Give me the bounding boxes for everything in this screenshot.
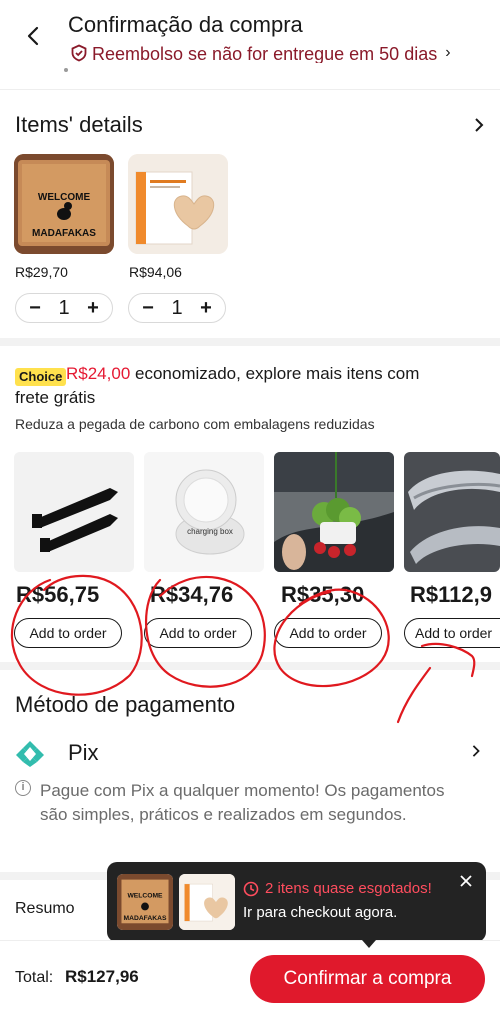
chevron-right-icon[interactable] xyxy=(470,745,482,757)
recommendation-image[interactable]: charging box xyxy=(144,452,264,572)
quantity-value: 1 xyxy=(58,296,70,319)
product-price: R$94,06 xyxy=(129,264,182,280)
checkout-prompt[interactable]: Ir para checkout agora. xyxy=(243,904,397,921)
low-stock-popup[interactable]: WELCOME MADAFAKAS 2 itens quase esgotado… xyxy=(107,862,486,942)
chevron-right-icon[interactable] xyxy=(472,118,486,132)
handles-image xyxy=(14,452,134,572)
popup-pointer xyxy=(362,940,376,948)
image-caption: charging box xyxy=(187,527,233,536)
page-title: Confirmação da compra xyxy=(68,12,303,37)
summary-label: Resumo xyxy=(15,900,75,917)
section-divider xyxy=(0,662,500,670)
items-section-title: Items' details xyxy=(15,112,143,137)
increment-button[interactable]: + xyxy=(84,298,102,318)
payment-section-title: Método de pagamento xyxy=(15,692,236,717)
pix-icon xyxy=(16,741,44,767)
refund-notice-text: Reembolso se não for entregue em 50 dias xyxy=(92,44,438,63)
payment-description: Pague com Pix a qualquer momento! Os pag… xyxy=(40,781,445,824)
pads-image xyxy=(128,154,228,254)
plant-ornament-image xyxy=(274,452,394,572)
recommendation-price: R$56,75 xyxy=(16,582,100,607)
scroll-hint xyxy=(64,68,68,72)
total-value: R$127,96 xyxy=(65,967,139,986)
popup-thumbnail-doormat: WELCOME MADAFAKAS xyxy=(117,874,173,930)
recommendation-price: R$34,76 xyxy=(150,582,234,607)
add-to-order-button[interactable]: Add to order xyxy=(274,618,382,648)
saved-amount: R$24,00 xyxy=(66,364,131,383)
annotation-stroke xyxy=(396,666,432,724)
product-price: R$29,70 xyxy=(15,264,68,280)
quantity-stepper: − 1 + xyxy=(15,293,113,323)
add-to-order-button[interactable]: Add to order xyxy=(144,618,252,648)
total-label: Total: xyxy=(15,969,54,986)
add-to-order-button[interactable]: Add to order xyxy=(14,618,122,648)
choice-savings-line: R$24,00 economizado, explore mais itens … xyxy=(66,364,419,384)
recommendation-image[interactable] xyxy=(274,452,394,572)
info-icon: i xyxy=(15,780,31,796)
mirror-image: charging box xyxy=(144,452,264,572)
doormat-image: WELCOME MADAFAKAS xyxy=(14,154,114,254)
add-to-order-button[interactable]: Add to order xyxy=(404,618,500,648)
shield-icon xyxy=(71,44,87,62)
quantity-stepper: − 1 + xyxy=(128,293,226,323)
low-stock-alert: 2 itens quase esgotados! xyxy=(243,880,432,897)
savings-text: economizado, explore mais itens com xyxy=(130,364,420,383)
recommendation-image[interactable] xyxy=(14,452,134,572)
product-thumbnail-pads[interactable] xyxy=(128,154,228,254)
confirm-purchase-button[interactable]: Confirmar a compra xyxy=(250,955,485,1003)
choice-subtitle: Reduza a pegada de carbono com embalagen… xyxy=(15,416,375,432)
recommendation-price: R$35,30 xyxy=(281,582,365,607)
payment-method-name[interactable]: Pix xyxy=(68,740,99,766)
refund-notice[interactable]: Reembolso se não for entregue em 50 dias… xyxy=(70,42,451,64)
app-header: Confirmação da compra Reembolso se não f… xyxy=(0,0,500,90)
decrement-button[interactable]: − xyxy=(139,298,157,318)
low-stock-alert-text: 2 itens quase esgotados! xyxy=(265,880,432,897)
product-thumbnail-doormat[interactable]: WELCOME MADAFAKAS xyxy=(14,154,114,254)
decrement-button[interactable]: − xyxy=(26,298,44,318)
increment-button[interactable]: + xyxy=(197,298,215,318)
clock-icon xyxy=(243,881,259,896)
svg-text:MADAFAKAS: MADAFAKAS xyxy=(32,228,96,239)
recommendation-price: R$112,9 xyxy=(410,582,492,607)
door-handle-image xyxy=(404,452,500,572)
chevron-right-icon: › xyxy=(445,44,451,61)
choice-savings-line-2: frete grátis xyxy=(15,388,96,407)
svg-text:WELCOME: WELCOME xyxy=(127,893,163,900)
annotation-stroke xyxy=(420,642,476,678)
svg-text:WELCOME: WELCOME xyxy=(38,192,91,203)
popup-thumbnail-pads xyxy=(179,874,235,930)
section-divider xyxy=(0,338,500,346)
chevron-left-icon[interactable] xyxy=(22,24,46,48)
checkout-bar: Total: R$127,96 Confirmar a compra xyxy=(0,940,500,1014)
close-icon[interactable] xyxy=(459,874,473,888)
quantity-value: 1 xyxy=(171,296,183,319)
svg-text:MADAFAKAS: MADAFAKAS xyxy=(124,915,167,922)
choice-badge: Choice xyxy=(15,368,67,386)
recommendation-image[interactable] xyxy=(404,452,500,572)
